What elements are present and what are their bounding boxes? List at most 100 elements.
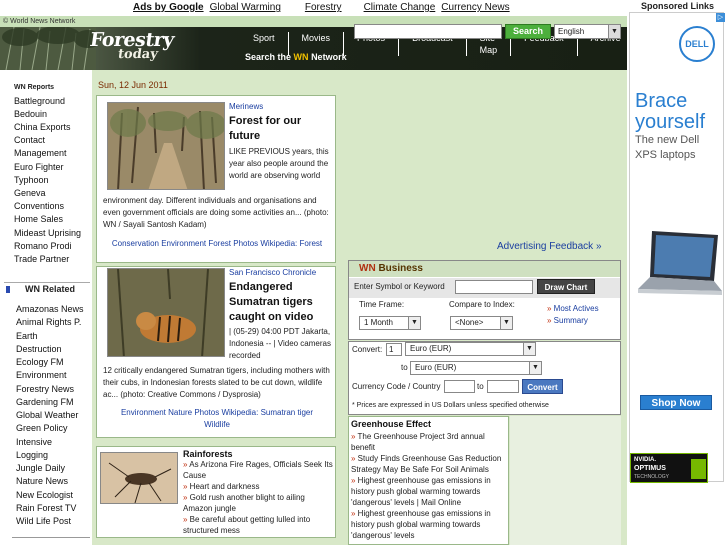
from-currency-select[interactable]: Euro (EUR) ▼ (405, 342, 536, 356)
sidebar-related-link[interactable]: Wild Life Post (16, 516, 71, 526)
search-button[interactable]: Search (505, 24, 551, 39)
sidebar-report-link[interactable]: Contact (14, 135, 45, 145)
sidebar-report-link[interactable]: Mideast Uprising (14, 228, 81, 238)
tiger-photo[interactable] (107, 268, 225, 357)
compare-label: Compare to Index: (449, 300, 515, 309)
story-card: San Francisco Chronicle Endangered Sumat… (96, 266, 336, 438)
sidebar-related-link[interactable]: Logging (16, 450, 48, 460)
language-select[interactable]: English ▼ (554, 24, 621, 39)
sidebar-report-link[interactable]: Bedouin (14, 109, 47, 119)
currency-code-input[interactable] (444, 380, 475, 393)
story-tags[interactable]: Environment Nature Photos Wikipedia: Sum… (107, 407, 327, 431)
sidebar-report-link[interactable]: Typhoon (14, 175, 49, 185)
sidebar-report-link[interactable]: Battleground (14, 96, 65, 106)
search-input[interactable] (354, 24, 502, 39)
page-date: Sun, 12 Jun 2011 (98, 80, 168, 90)
sidebar-related-link[interactable]: Environment (16, 370, 67, 380)
shop-now-button[interactable]: Shop Now (640, 395, 712, 410)
list-item[interactable]: » Gold rush another blight to ailing Ama… (183, 492, 335, 514)
sidebar-report-link[interactable]: Conventions (14, 201, 64, 211)
convert-button[interactable]: Convert (522, 379, 563, 394)
list-item[interactable]: » Highest greenhouse gas emissions in hi… (351, 475, 508, 508)
price-note: * Prices are expressed in US Dollars unl… (352, 402, 549, 409)
greenhouse-effect-box: Greenhouse Effect » The Greenhouse Proje… (348, 416, 509, 545)
sidebar-report-link[interactable]: Romano Prodi (14, 241, 72, 251)
mosquito-photo[interactable] (100, 452, 178, 504)
ads-by-google-link[interactable]: Ads by Google (133, 0, 204, 16)
story-source[interactable]: Merinews (229, 102, 263, 111)
rainforests-list: » As Arizona Fire Rages, Officials Seek … (183, 459, 335, 536)
most-actives-link[interactable]: » Most Actives (547, 304, 599, 313)
list-item[interactable]: » The Greenhouse Project 3rd annual bene… (351, 431, 508, 453)
bullet-icon (6, 286, 10, 293)
sidebar-related-link[interactable]: Rain Forest TV (16, 503, 76, 513)
story-tags[interactable]: Conservation Environment Forest Photos W… (107, 238, 327, 250)
to-currency-select[interactable]: Euro (EUR) ▼ (410, 361, 542, 375)
business-widget: WN Business Enter Symbol or Keyword Draw… (348, 260, 621, 340)
convert-label: Convert: (352, 345, 383, 354)
list-item[interactable]: » Highest greenhouse gas emissions in hi… (351, 508, 508, 541)
sidebar-related-link[interactable]: Destruction (16, 344, 62, 354)
logo-today[interactable]: today (117, 47, 159, 62)
chevron-down-icon: ▼ (500, 317, 512, 329)
to-label: to (401, 363, 408, 372)
sidebar-report-link[interactable]: Geneva (14, 188, 46, 198)
rainforests-title[interactable]: Rainforests (183, 449, 233, 459)
time-frame-select[interactable]: 1 Month ▼ (359, 316, 421, 330)
time-frame-label: Time Frame: (359, 300, 405, 309)
story-source[interactable]: San Francisco Chronicle (229, 268, 316, 277)
story-body: 12 critically endangered Sumatran tigers… (103, 366, 330, 399)
ad-link-global-warming[interactable]: Global Warming (210, 0, 281, 16)
sidebar-related-link[interactable]: Amazonas News (16, 304, 84, 314)
rainforests-box: Rainforests » As Arizona Fire Rages, Off… (96, 446, 336, 538)
list-item[interactable]: » Be careful about getting lulled into s… (183, 514, 335, 536)
greenhouse-list: » The Greenhouse Project 3rd annual bene… (351, 431, 508, 541)
story-title[interactable]: Endangered Sumatran tigers caught on vid… (229, 280, 329, 325)
chevron-down-icon: ▼ (408, 317, 420, 329)
compare-select[interactable]: <None> ▼ (450, 316, 513, 330)
greenhouse-title[interactable]: Greenhouse Effect (351, 419, 431, 429)
sidebar-report-link[interactable]: Euro Fighter (14, 162, 64, 172)
sidebar-related-link[interactable]: New Ecologist (16, 490, 73, 500)
ad-subtext: The new Dell XPS laptops (635, 134, 700, 161)
sidebar-related-link[interactable]: Forestry News (16, 384, 74, 394)
ad-link-climate-change[interactable]: Climate Change (364, 0, 436, 16)
sidebar-related-link[interactable]: Gardening FM (16, 397, 74, 407)
currency-converter: Convert: 1 Euro (EUR) ▼ to Euro (EUR) ▼ Cu… (348, 341, 621, 415)
sidebar-related-link[interactable]: Jungle Daily (16, 463, 65, 473)
sidebar-related-link[interactable]: Global Weather (16, 410, 78, 420)
list-item[interactable]: » Heart and darkness (183, 481, 335, 492)
sidebar-report-link[interactable]: Home Sales (14, 214, 63, 224)
story-body: environment day. Different individuals a… (103, 196, 329, 229)
sidebar-related-link[interactable]: Green Policy (16, 423, 68, 433)
currency-code-to-input[interactable] (487, 380, 519, 393)
symbol-label: Enter Symbol or Keyword (354, 282, 445, 291)
draw-chart-button[interactable]: Draw Chart (537, 279, 595, 294)
sidebar-report-link[interactable]: Management (14, 148, 67, 158)
story-title[interactable]: Forest for our future (229, 114, 325, 144)
story-card: Merinews Forest for our future LIKE PREV… (96, 95, 336, 263)
dell-ad[interactable]: ▷ DELL Brace yourself The new Dell XPS l… (629, 12, 725, 483)
sidebar-report-link[interactable]: China Exports (14, 122, 71, 132)
ad-link-forestry[interactable]: Forestry (305, 0, 342, 16)
summary-link[interactable]: » Summary (547, 316, 588, 325)
sponsored-links-heading: Sponsored Links (640, 1, 714, 11)
sidebar-report-link[interactable]: Trade Partner (14, 254, 69, 264)
sidebar-related-link[interactable]: Earth (16, 331, 38, 341)
advertising-feedback-link[interactable]: Advertising Feedback » (497, 241, 602, 252)
ad-choices-icon[interactable]: ▷ (716, 13, 725, 22)
amount-input[interactable]: 1 (386, 343, 402, 356)
symbol-input[interactable] (455, 280, 533, 294)
forest-path-photo[interactable] (107, 102, 225, 190)
sidebar-related-link[interactable]: Ecology FM (16, 357, 64, 367)
story-body-side: | (05-29) 04:00 PDT Jakarta, Indonesia -… (229, 327, 331, 360)
chevron-down-icon: ▼ (608, 25, 620, 38)
secondary-panel (510, 416, 621, 545)
list-item[interactable]: » Study Finds Greenhouse Gas Reduction S… (351, 453, 508, 475)
sidebar-related-link[interactable]: Animal Rights P. (16, 317, 81, 327)
sidebar-related-link[interactable]: Nature News (16, 476, 68, 486)
list-item[interactable]: » As Arizona Fire Rages, Officials Seek … (183, 459, 335, 481)
sidebar-related-link[interactable]: Intensive (16, 437, 52, 447)
ad-link-currency-news[interactable]: Currency News (441, 0, 509, 16)
chevron-down-icon: ▼ (529, 362, 541, 374)
